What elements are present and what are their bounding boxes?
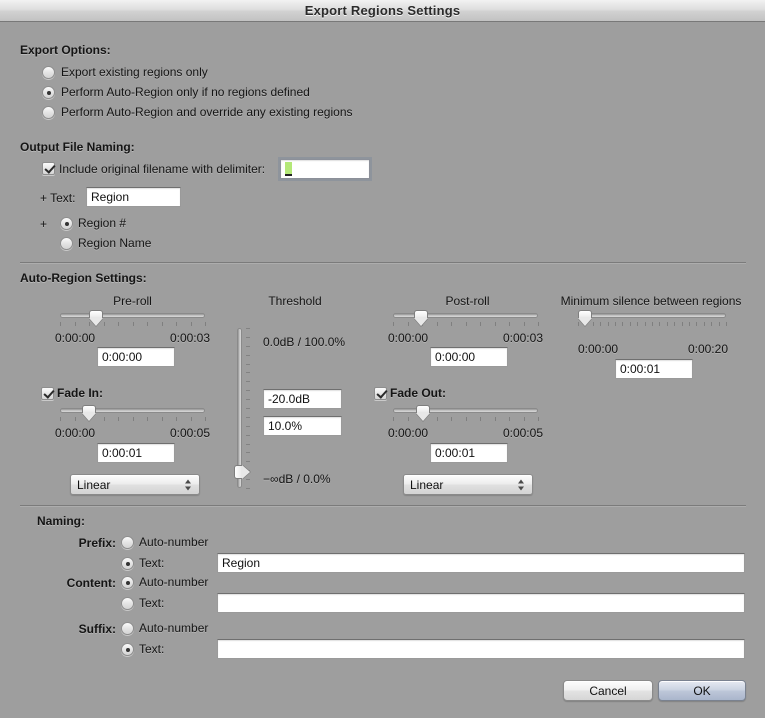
label-prefix-text: Text: xyxy=(139,556,164,570)
label-export-existing-regions-only: Export existing regions only xyxy=(61,65,208,79)
label-prefix: Prefix: xyxy=(40,536,116,550)
slider-fade-in[interactable] xyxy=(60,404,205,426)
slider-threshold[interactable] xyxy=(233,328,255,488)
label-auto-region-override-existing: Perform Auto-Region and override any exi… xyxy=(61,105,353,119)
label-preroll: Pre-roll xyxy=(55,294,210,308)
slider-thumb[interactable] xyxy=(416,405,430,421)
chevron-updown-icon xyxy=(185,478,192,491)
auto-region-settings-heading: Auto-Region Settings: xyxy=(20,271,147,285)
slider-track xyxy=(393,408,538,413)
slider-thumb[interactable] xyxy=(82,405,96,421)
label-threshold-min: −∞dB / 0.0% xyxy=(263,472,331,486)
separator-output-naming xyxy=(20,262,746,264)
export-regions-settings-dialog: Export Options: Export existing regions … xyxy=(0,23,765,718)
label-suffix: Suffix: xyxy=(40,622,116,636)
window-titlebar[interactable]: Export Regions Settings xyxy=(0,0,765,22)
radio-prefix-auto-number[interactable] xyxy=(121,536,134,549)
label-min-silence-max: 0:00:20 xyxy=(640,342,728,356)
label-min-silence-min: 0:00:00 xyxy=(578,342,618,356)
separator-auto-region xyxy=(20,505,746,507)
slider-track xyxy=(237,328,242,488)
radio-content-auto-number[interactable] xyxy=(121,576,134,589)
text-selection-highlight xyxy=(285,162,292,176)
threshold-percent-input[interactable]: 10.0% xyxy=(263,416,342,436)
label-include-original-filename: Include original filename with delimiter… xyxy=(59,162,265,176)
window-title: Export Regions Settings xyxy=(305,3,461,18)
slider-thumb[interactable] xyxy=(89,310,103,326)
slider-ticks xyxy=(60,322,205,327)
radio-suffix-auto-number[interactable] xyxy=(121,622,134,635)
slider-preroll[interactable] xyxy=(60,309,205,331)
radio-content-text[interactable] xyxy=(121,597,134,610)
preroll-value-input[interactable]: 0:00:00 xyxy=(97,347,175,367)
label-plus-text: + Text: xyxy=(40,191,75,205)
radio-export-existing-regions-only[interactable] xyxy=(42,66,55,79)
slider-min-silence[interactable] xyxy=(578,309,726,331)
checkbox-fade-out[interactable] xyxy=(374,387,387,400)
checkbox-fade-in[interactable] xyxy=(41,387,54,400)
label-content-auto-number: Auto-number xyxy=(139,575,208,589)
slider-ticks xyxy=(393,417,538,422)
label-fade-out-min: 0:00:00 xyxy=(388,426,428,440)
label-postroll: Post-roll xyxy=(390,294,545,308)
naming-heading: Naming: xyxy=(37,514,85,528)
label-fade-out: Fade Out: xyxy=(390,386,446,400)
postroll-value-input[interactable]: 0:00:00 xyxy=(430,347,508,367)
label-content-text: Text: xyxy=(139,596,164,610)
radio-auto-region-if-no-regions[interactable] xyxy=(42,86,55,99)
slider-track xyxy=(578,313,726,318)
slider-ticks xyxy=(578,322,726,327)
label-suffix-text: Text: xyxy=(139,642,164,656)
radio-prefix-text[interactable] xyxy=(121,557,134,570)
export-options-heading: Export Options: xyxy=(20,43,111,57)
content-text-input[interactable] xyxy=(217,593,745,613)
fade-out-curve-select[interactable]: Linear xyxy=(403,474,533,495)
radio-region-name[interactable] xyxy=(60,237,73,250)
fade-in-curve-value: Linear xyxy=(77,478,110,492)
slider-thumb[interactable] xyxy=(234,465,250,479)
label-auto-region-if-no-regions: Perform Auto-Region only if no regions d… xyxy=(61,85,310,99)
threshold-db-input[interactable]: -20.0dB xyxy=(263,389,342,409)
label-fade-in-max: 0:00:05 xyxy=(120,426,210,440)
fade-in-value-input[interactable]: 0:00:01 xyxy=(97,443,175,463)
label-preroll-min: 0:00:00 xyxy=(55,331,95,345)
fade-in-curve-select[interactable]: Linear xyxy=(70,474,200,495)
label-postroll-max: 0:00:03 xyxy=(453,331,543,345)
label-region-name: Region Name xyxy=(78,236,151,250)
label-suffix-auto-number: Auto-number xyxy=(139,621,208,635)
slider-ticks xyxy=(246,328,251,488)
output-file-naming-heading: Output File Naming: xyxy=(20,140,135,154)
label-plus-sign: + xyxy=(40,217,47,231)
prefix-text-input[interactable]: Region xyxy=(217,553,745,573)
slider-fade-out[interactable] xyxy=(393,404,538,426)
label-min-silence: Minimum silence between regions xyxy=(551,294,751,308)
fade-out-value-input[interactable]: 0:00:01 xyxy=(430,443,508,463)
radio-suffix-text[interactable] xyxy=(121,643,134,656)
cancel-button[interactable]: Cancel xyxy=(563,680,653,701)
radio-region-number[interactable] xyxy=(60,217,73,230)
filename-text-input[interactable]: Region xyxy=(86,187,181,207)
suffix-text-input[interactable] xyxy=(217,639,745,659)
chevron-updown-icon xyxy=(518,478,525,491)
min-silence-value-input[interactable]: 0:00:01 xyxy=(615,359,693,379)
label-fade-in: Fade In: xyxy=(57,386,103,400)
fade-out-curve-value: Linear xyxy=(410,478,443,492)
radio-auto-region-override-existing[interactable] xyxy=(42,106,55,119)
label-preroll-max: 0:00:03 xyxy=(120,331,210,345)
slider-track xyxy=(60,313,205,318)
label-content: Content: xyxy=(40,576,116,590)
label-prefix-auto-number: Auto-number xyxy=(139,535,208,549)
label-threshold-max: 0.0dB / 100.0% xyxy=(263,335,345,349)
label-fade-out-max: 0:00:05 xyxy=(453,426,543,440)
ok-button[interactable]: OK xyxy=(658,680,746,701)
label-postroll-min: 0:00:00 xyxy=(388,331,428,345)
slider-postroll[interactable] xyxy=(393,309,538,331)
label-fade-in-min: 0:00:00 xyxy=(55,426,95,440)
checkbox-include-original-filename[interactable] xyxy=(42,162,55,175)
label-region-number: Region # xyxy=(78,216,126,230)
slider-thumb[interactable] xyxy=(578,310,592,326)
label-threshold: Threshold xyxy=(240,294,350,308)
slider-thumb[interactable] xyxy=(414,310,428,326)
delimiter-input[interactable] xyxy=(280,159,370,179)
